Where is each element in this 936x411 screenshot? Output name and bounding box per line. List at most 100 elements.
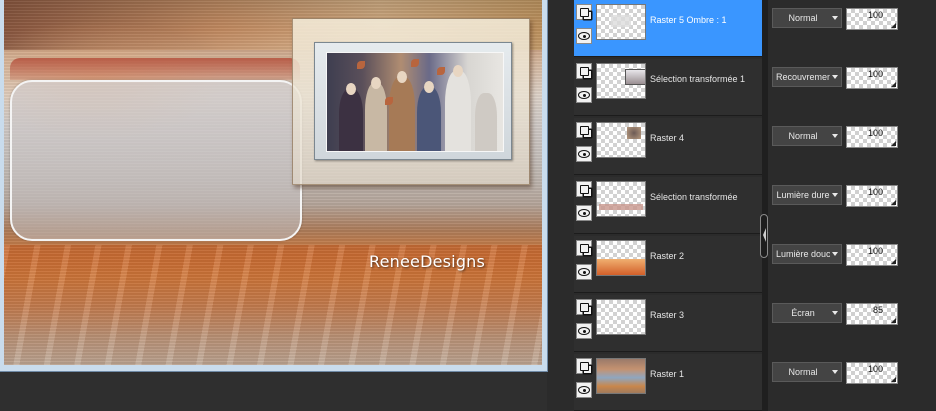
layer-link-icon[interactable] [576,358,592,374]
layer-properties-row: Recouvrement 100 [772,59,936,116]
layer-name: Raster 5 Ombre : 1 [650,15,727,25]
chevron-down-icon [832,252,838,256]
layer-thumbnail [596,299,646,335]
layer-thumbnail [596,63,646,99]
artwork-leaf [385,97,393,105]
image-canvas[interactable]: ReneeDesigns [4,0,542,365]
layer-thumbnail [596,4,646,40]
chevron-down-icon [832,16,838,20]
layer-name: Sélection transformée [650,192,738,202]
blend-mode-select[interactable]: Normal [772,362,842,382]
artwork-head [397,71,407,83]
layer-name: Sélection transformée 1 [650,74,746,84]
blend-mode-value: Écran [791,308,815,318]
layer-row-selection-transformee-1[interactable]: Sélection transformée 1 [574,59,762,116]
canvas-glass-panel [10,80,302,241]
chevron-down-icon [832,311,838,315]
workspace-background [0,372,547,411]
layer-row-raster-1[interactable]: Raster 1 [574,354,762,411]
layer-name: Raster 2 [650,251,685,261]
layer-link-icon[interactable] [576,181,592,197]
artwork-leaf [357,61,365,69]
opacity-field[interactable]: 85 [846,303,898,325]
artwork-head [371,77,381,89]
layer-thumbnail [596,122,646,158]
artwork-figure [365,83,387,151]
thumbnail-content [597,359,645,393]
thumbnail-content [627,127,641,139]
chevron-down-icon [832,134,838,138]
layer-row-raster-2[interactable]: Raster 2 [574,236,762,293]
eye-icon[interactable] [576,205,592,221]
opacity-field[interactable]: 100 [846,8,898,30]
layer-link-icon[interactable] [576,299,592,315]
layer-row-raster-5-ombre[interactable]: Raster 5 Ombre : 1 [574,0,762,57]
layer-link-icon[interactable] [576,63,592,79]
artwork-head [424,81,434,93]
layer-row-icons [576,63,594,113]
image-canvas-window: ReneeDesigns [0,0,548,372]
panel-splitter[interactable] [762,0,768,411]
layer-properties-row: Normal 100 [772,354,936,411]
blend-mode-select[interactable]: Lumière douce [772,244,842,264]
eye-icon[interactable] [576,87,592,103]
eye-icon[interactable] [576,323,592,339]
blend-mode-select[interactable]: Recouvrement [772,67,842,87]
blend-mode-value: Lumière dure [776,190,830,200]
artwork-leaf [411,59,419,67]
artwork-figure [475,93,497,151]
opacity-field[interactable]: 100 [846,244,898,266]
layer-properties-row: Écran 85 [772,295,936,352]
blend-mode-value: Normal [788,131,818,141]
blend-mode-value: Recouvrement [776,72,830,82]
blend-mode-select[interactable]: Normal [772,126,842,146]
layer-thumbnail [596,240,646,276]
layer-properties-row: Normal 100 [772,118,936,175]
artwork-figure [339,89,363,151]
layer-row-icons [576,299,594,349]
splitter-collapse-handle[interactable] [760,214,768,258]
opacity-field[interactable]: 100 [846,185,898,207]
layer-link-icon[interactable] [576,240,592,256]
opacity-field[interactable]: 100 [846,67,898,89]
artwork-figure [389,77,415,151]
blend-mode-value: Normal [788,13,818,23]
layer-row-raster-3[interactable]: Raster 3 [574,295,762,352]
eye-icon[interactable] [576,264,592,280]
layer-properties-row: Lumière dure 100 [772,177,936,234]
blend-mode-select[interactable]: Normal [772,8,842,28]
eye-icon[interactable] [576,382,592,398]
opacity-field[interactable]: 100 [846,362,898,384]
layer-row-selection-transformee[interactable]: Sélection transformée [574,177,762,234]
eye-icon[interactable] [576,146,592,162]
blend-mode-value: Lumière douce [776,249,830,259]
layer-properties-row: Lumière douce 100 [772,236,936,293]
blend-mode-select[interactable]: Écran [772,303,842,323]
layer-row-raster-4[interactable]: Raster 4 [574,118,762,175]
layer-link-icon[interactable] [576,4,592,20]
artwork-figure [417,87,441,151]
layer-thumbnail [596,181,646,217]
opacity-field[interactable]: 100 [846,126,898,148]
layer-row-icons [576,122,594,172]
layer-name: Raster 4 [650,133,685,143]
layer-name: Raster 1 [650,369,685,379]
layer-link-icon[interactable] [576,122,592,138]
eye-icon[interactable] [576,28,592,44]
chevron-down-icon [832,370,838,374]
layer-row-icons [576,181,594,231]
canvas-artwork-figures [326,52,504,152]
thumbnail-content [597,259,645,275]
artwork-figure [445,71,471,151]
artwork-leaf [437,67,445,75]
layer-thumbnail [596,358,646,394]
canvas-red-band [10,58,300,80]
canvas-watermark-text: ReneeDesigns [369,252,486,271]
artwork-head [346,83,356,95]
layer-row-icons [576,358,594,408]
artwork-head [453,65,463,77]
thumbnail-content [611,15,631,27]
blend-mode-select[interactable]: Lumière dure [772,185,842,205]
thumbnail-content [625,69,645,85]
thumbnail-content [599,204,643,210]
